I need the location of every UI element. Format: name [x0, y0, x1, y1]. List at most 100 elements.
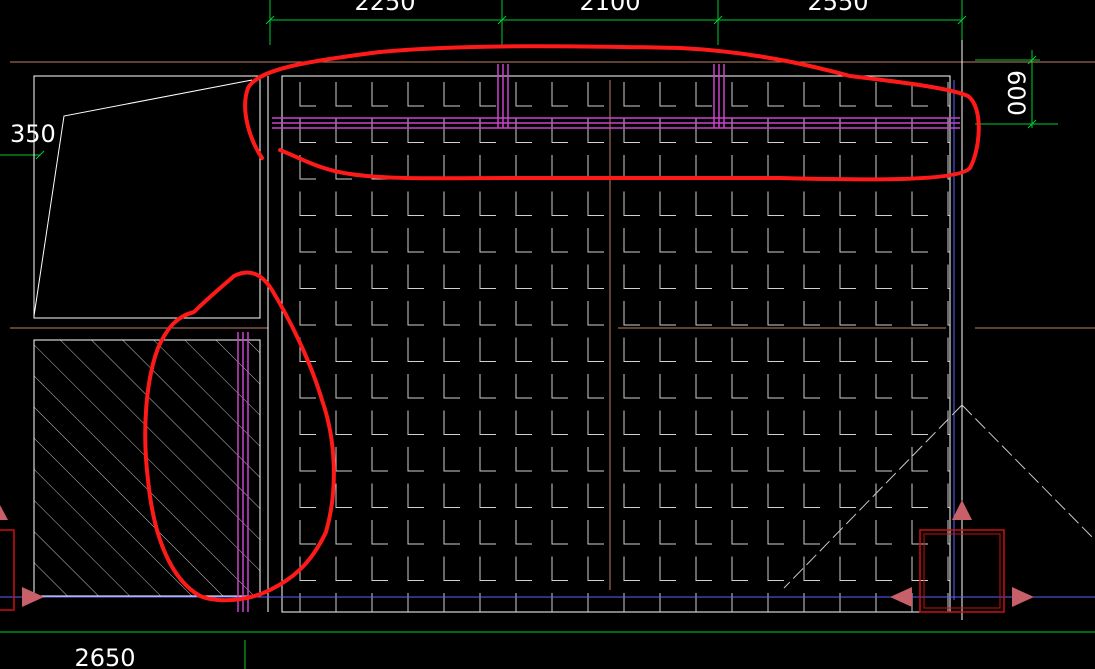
tile-mark	[875, 155, 892, 180]
tile-mark	[659, 264, 676, 289]
tile-mark	[443, 520, 460, 545]
tile-mark	[443, 337, 460, 362]
tile-mark	[623, 374, 640, 399]
tile-mark	[407, 520, 424, 545]
tile-mark	[695, 301, 712, 326]
tile-mark	[731, 82, 748, 107]
tile-mark	[659, 82, 676, 107]
cad-drawing-canvas[interactable]: 2250 2100 2550 350 600 2650	[0, 0, 1095, 669]
left-selection-box[interactable]	[0, 529, 15, 611]
tile-mark	[659, 155, 676, 180]
tile-mark	[659, 191, 676, 216]
tile-mark	[335, 374, 352, 399]
tile-mark	[443, 228, 460, 253]
tile-mark	[515, 155, 532, 180]
left-dimension[interactable]	[0, 150, 45, 160]
tile-mark	[443, 191, 460, 216]
tile-mark	[299, 410, 316, 435]
tile-mark	[659, 118, 676, 143]
tile-mark	[515, 337, 532, 362]
tile-mark	[875, 118, 892, 143]
tile-mark	[335, 337, 352, 362]
tile-mark	[515, 447, 532, 472]
tile-mark	[839, 556, 856, 581]
tile-mark	[731, 520, 748, 545]
tile-mark	[479, 155, 496, 180]
tile-mark	[767, 155, 784, 180]
tile-mark	[371, 520, 388, 545]
tile-mark	[911, 264, 928, 289]
tile-mark	[839, 118, 856, 143]
bottom-dimension-text: 2650	[74, 644, 135, 669]
tile-mark	[551, 520, 568, 545]
tile-mark	[407, 82, 424, 107]
tile-mark	[839, 447, 856, 472]
tile-mark	[515, 191, 532, 216]
tile-mark	[875, 264, 892, 289]
tile-mark	[587, 191, 604, 216]
grip-up[interactable]	[952, 500, 972, 520]
tile-mark	[695, 82, 712, 107]
grip-left[interactable]	[890, 587, 912, 607]
tile-mark	[587, 374, 604, 399]
tile-mark	[695, 410, 712, 435]
tile-mark	[803, 228, 820, 253]
tile-mark	[443, 374, 460, 399]
tile-mark	[623, 82, 640, 107]
tile-mark	[371, 374, 388, 399]
tile-mark	[695, 191, 712, 216]
tile-mark	[803, 191, 820, 216]
tile-mark	[875, 410, 892, 435]
tile-mark	[803, 556, 820, 581]
tile-mark	[839, 483, 856, 508]
tile-mark	[731, 264, 748, 289]
tile-mark	[479, 410, 496, 435]
tile-mark	[479, 337, 496, 362]
grip-top-left[interactable]	[0, 505, 8, 520]
grip-right[interactable]	[1012, 587, 1034, 607]
tile-mark	[803, 264, 820, 289]
tile-mark	[659, 301, 676, 326]
tile-mark	[407, 483, 424, 508]
tile-mark	[587, 82, 604, 107]
tile-mark	[731, 374, 748, 399]
tile-mark	[407, 155, 424, 180]
tile-mark	[407, 447, 424, 472]
tile-mark	[587, 301, 604, 326]
tile-mark	[767, 337, 784, 362]
tile-mark	[479, 191, 496, 216]
tile-mark	[515, 556, 532, 581]
tile-mark	[695, 264, 712, 289]
tile-mark	[695, 556, 712, 581]
tile-mark	[515, 410, 532, 435]
tile-mark	[767, 264, 784, 289]
tile-mark	[659, 520, 676, 545]
tile-mark	[875, 191, 892, 216]
main-room-outline[interactable]	[281, 75, 951, 613]
tile-mark	[479, 118, 496, 143]
tile-mark	[767, 483, 784, 508]
tile-mark	[911, 410, 928, 435]
tile-mark	[299, 301, 316, 326]
tile-mark	[731, 447, 748, 472]
tile-mark	[767, 520, 784, 545]
tile-mark	[371, 301, 388, 326]
tile-mark	[839, 301, 856, 326]
tile-mark	[803, 520, 820, 545]
tile-mark	[335, 483, 352, 508]
tile-mark	[299, 118, 316, 143]
tile-mark	[515, 264, 532, 289]
tile-grid	[299, 82, 950, 612]
tile-mark	[875, 82, 892, 107]
tile-mark	[551, 118, 568, 143]
tile-mark	[515, 483, 532, 508]
tile-mark	[659, 483, 676, 508]
tile-mark	[731, 483, 748, 508]
tile-mark	[299, 191, 316, 216]
left-dimension-text: 350	[10, 120, 56, 148]
tile-mark	[551, 410, 568, 435]
tile-mark	[371, 191, 388, 216]
tile-mark	[839, 374, 856, 399]
tile-mark	[839, 82, 856, 107]
tile-mark	[443, 264, 460, 289]
